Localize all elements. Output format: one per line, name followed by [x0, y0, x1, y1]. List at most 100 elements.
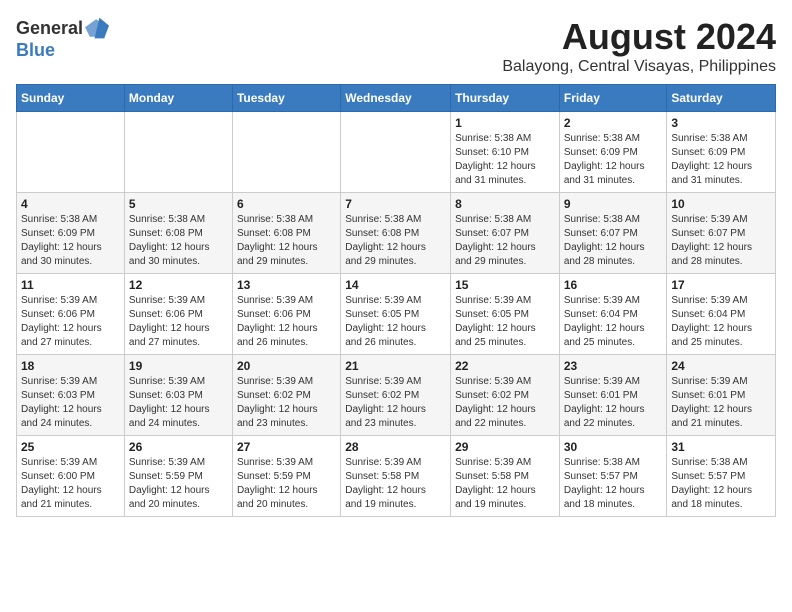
day-number: 13: [237, 278, 336, 292]
day-info: Sunrise: 5:39 AM Sunset: 5:59 PM Dayligh…: [129, 456, 228, 512]
calendar-cell: 3 Sunrise: 5:38 AM Sunset: 6:09 PM Daylig…: [667, 112, 776, 193]
day-info: Sunrise: 5:39 AM Sunset: 5:58 PM Dayligh…: [345, 456, 446, 512]
day-info: Sunrise: 5:39 AM Sunset: 6:06 PM Dayligh…: [237, 294, 336, 350]
calendar-cell: 5 Sunrise: 5:38 AM Sunset: 6:08 PM Daylig…: [124, 193, 232, 274]
calendar-table: SundayMondayTuesdayWednesdayThursdayFrid…: [16, 84, 776, 517]
column-header-wednesday: Wednesday: [341, 85, 451, 112]
day-info: Sunrise: 5:38 AM Sunset: 6:08 PM Dayligh…: [237, 213, 336, 269]
day-info: Sunrise: 5:38 AM Sunset: 5:57 PM Dayligh…: [671, 456, 771, 512]
logo-icon: [85, 16, 109, 40]
calendar-cell: 18 Sunrise: 5:39 AM Sunset: 6:03 PM Dayli…: [17, 355, 125, 436]
day-number: 4: [21, 197, 120, 211]
day-info: Sunrise: 5:38 AM Sunset: 6:08 PM Dayligh…: [129, 213, 228, 269]
calendar-cell: 2Sunrise: 5:38 AM Sunset: 6:09 PM Daylig…: [559, 112, 667, 193]
day-info: Sunrise: 5:39 AM Sunset: 6:05 PM Dayligh…: [345, 294, 446, 350]
calendar-cell: 22 Sunrise: 5:39 AM Sunset: 6:02 PM Dayli…: [451, 355, 560, 436]
day-info: Sunrise: 5:39 AM Sunset: 6:02 PM Dayligh…: [455, 375, 555, 431]
calendar-cell: 1 Sunrise: 5:38 AM Sunset: 6:10 PM Daylig…: [451, 112, 560, 193]
calendar-cell: 24Sunrise: 5:39 AM Sunset: 6:01 PM Dayli…: [667, 355, 776, 436]
day-info: Sunrise: 5:39 AM Sunset: 6:04 PM Dayligh…: [671, 294, 771, 350]
calendar-cell: 27 Sunrise: 5:39 AM Sunset: 5:59 PM Dayli…: [232, 436, 340, 517]
calendar-cell: 21 Sunrise: 5:39 AM Sunset: 6:02 PM Dayli…: [341, 355, 451, 436]
column-header-saturday: Saturday: [667, 85, 776, 112]
calendar-cell: 11 Sunrise: 5:39 AM Sunset: 6:06 PM Dayli…: [17, 274, 125, 355]
month-year-title: August 2024: [502, 16, 776, 58]
calendar-cell: 4 Sunrise: 5:38 AM Sunset: 6:09 PM Daylig…: [17, 193, 125, 274]
column-header-tuesday: Tuesday: [232, 85, 340, 112]
calendar-cell: 10 Sunrise: 5:39 AM Sunset: 6:07 PM Dayli…: [667, 193, 776, 274]
day-info: Sunrise: 5:39 AM Sunset: 5:58 PM Dayligh…: [455, 456, 555, 512]
day-info: Sunrise: 5:39 AM Sunset: 6:02 PM Dayligh…: [237, 375, 336, 431]
day-number: 15: [455, 278, 555, 292]
day-number: 20: [237, 359, 336, 373]
day-number: 21: [345, 359, 446, 373]
day-info: Sunrise: 5:38 AM Sunset: 5:57 PM Dayligh…: [564, 456, 663, 512]
calendar-body: 1 Sunrise: 5:38 AM Sunset: 6:10 PM Daylig…: [17, 112, 776, 517]
day-number: 18: [21, 359, 120, 373]
day-number: 16: [564, 278, 663, 292]
logo-blue-text: Blue: [16, 40, 55, 61]
day-number: 6: [237, 197, 336, 211]
day-number: 14: [345, 278, 446, 292]
calendar-cell: 31 Sunrise: 5:38 AM Sunset: 5:57 PM Dayli…: [667, 436, 776, 517]
calendar-cell: 26 Sunrise: 5:39 AM Sunset: 5:59 PM Dayli…: [124, 436, 232, 517]
day-number: 3: [671, 116, 771, 130]
day-number: 26: [129, 440, 228, 454]
calendar-week-row: 4 Sunrise: 5:38 AM Sunset: 6:09 PM Daylig…: [17, 193, 776, 274]
logo: General Blue: [16, 16, 109, 61]
location-subtitle: Balayong, Central Visayas, Philippines: [502, 58, 776, 76]
day-info: Sunrise: 5:39 AM Sunset: 6:03 PM Dayligh…: [129, 375, 228, 431]
calendar-week-row: 1 Sunrise: 5:38 AM Sunset: 6:10 PM Daylig…: [17, 112, 776, 193]
day-number: 7: [345, 197, 446, 211]
day-number: 30: [564, 440, 663, 454]
day-number: 5: [129, 197, 228, 211]
day-number: 10: [671, 197, 771, 211]
calendar-cell: 13 Sunrise: 5:39 AM Sunset: 6:06 PM Dayli…: [232, 274, 340, 355]
calendar-cell: 29Sunrise: 5:39 AM Sunset: 5:58 PM Dayli…: [451, 436, 560, 517]
day-number: 28: [345, 440, 446, 454]
calendar-cell: 14 Sunrise: 5:39 AM Sunset: 6:05 PM Dayli…: [341, 274, 451, 355]
calendar-cell: 17 Sunrise: 5:39 AM Sunset: 6:04 PM Dayli…: [667, 274, 776, 355]
day-info: Sunrise: 5:38 AM Sunset: 6:08 PM Dayligh…: [345, 213, 446, 269]
day-info: Sunrise: 5:39 AM Sunset: 6:06 PM Dayligh…: [21, 294, 120, 350]
day-number: 11: [21, 278, 120, 292]
day-info: Sunrise: 5:39 AM Sunset: 6:03 PM Dayligh…: [21, 375, 120, 431]
day-info: Sunrise: 5:38 AM Sunset: 6:10 PM Dayligh…: [455, 132, 555, 188]
calendar-cell: 20 Sunrise: 5:39 AM Sunset: 6:02 PM Dayli…: [232, 355, 340, 436]
calendar-cell: 12Sunrise: 5:39 AM Sunset: 6:06 PM Dayli…: [124, 274, 232, 355]
calendar-cell: 30 Sunrise: 5:38 AM Sunset: 5:57 PM Dayli…: [559, 436, 667, 517]
calendar-cell: 6 Sunrise: 5:38 AM Sunset: 6:08 PM Daylig…: [232, 193, 340, 274]
day-info: Sunrise: 5:38 AM Sunset: 6:09 PM Dayligh…: [21, 213, 120, 269]
column-header-sunday: Sunday: [17, 85, 125, 112]
day-number: 17: [671, 278, 771, 292]
day-info: Sunrise: 5:38 AM Sunset: 6:09 PM Dayligh…: [564, 132, 663, 188]
day-info: Sunrise: 5:39 AM Sunset: 6:00 PM Dayligh…: [21, 456, 120, 512]
day-info: Sunrise: 5:39 AM Sunset: 6:04 PM Dayligh…: [564, 294, 663, 350]
calendar-cell: 23 Sunrise: 5:39 AM Sunset: 6:01 PM Dayli…: [559, 355, 667, 436]
day-number: 8: [455, 197, 555, 211]
calendar-cell: 16 Sunrise: 5:39 AM Sunset: 6:04 PM Dayli…: [559, 274, 667, 355]
day-number: 1: [455, 116, 555, 130]
column-header-monday: Monday: [124, 85, 232, 112]
day-number: 22: [455, 359, 555, 373]
logo-general-text: General: [16, 18, 83, 39]
calendar-cell: 28 Sunrise: 5:39 AM Sunset: 5:58 PM Dayli…: [341, 436, 451, 517]
day-info: Sunrise: 5:39 AM Sunset: 5:59 PM Dayligh…: [237, 456, 336, 512]
day-number: 19: [129, 359, 228, 373]
calendar-cell: 19 Sunrise: 5:39 AM Sunset: 6:03 PM Dayli…: [124, 355, 232, 436]
calendar-cell: 7 Sunrise: 5:38 AM Sunset: 6:08 PM Daylig…: [341, 193, 451, 274]
day-number: 23: [564, 359, 663, 373]
column-header-friday: Friday: [559, 85, 667, 112]
day-info: Sunrise: 5:39 AM Sunset: 6:01 PM Dayligh…: [671, 375, 771, 431]
day-info: Sunrise: 5:38 AM Sunset: 6:07 PM Dayligh…: [455, 213, 555, 269]
day-info: Sunrise: 5:39 AM Sunset: 6:01 PM Dayligh…: [564, 375, 663, 431]
day-number: 31: [671, 440, 771, 454]
day-number: 12: [129, 278, 228, 292]
column-header-thursday: Thursday: [451, 85, 560, 112]
day-number: 27: [237, 440, 336, 454]
calendar-cell: 8 Sunrise: 5:38 AM Sunset: 6:07 PM Daylig…: [451, 193, 560, 274]
day-info: Sunrise: 5:39 AM Sunset: 6:07 PM Dayligh…: [671, 213, 771, 269]
header: General Blue August 2024 Balayong, Centr…: [16, 16, 776, 76]
day-info: Sunrise: 5:39 AM Sunset: 6:02 PM Dayligh…: [345, 375, 446, 431]
day-info: Sunrise: 5:38 AM Sunset: 6:09 PM Dayligh…: [671, 132, 771, 188]
